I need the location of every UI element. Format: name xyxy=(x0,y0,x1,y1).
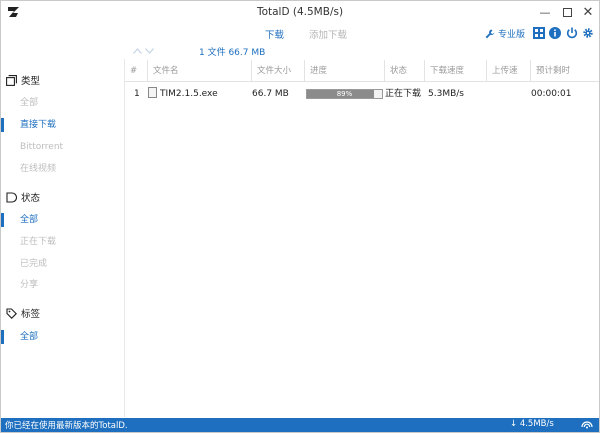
app-logo xyxy=(8,7,19,17)
sub-bar: 1 文件 66.7 MB xyxy=(131,45,265,58)
move-down-button[interactable] xyxy=(143,46,155,56)
row-progress-bar: 89% xyxy=(306,89,383,99)
window-title: TotalD (4.5MB/s) xyxy=(256,6,344,18)
tag-icon xyxy=(6,307,17,319)
section-type: 类型 xyxy=(6,73,40,87)
file-count: 1 文件 66.7 MB xyxy=(199,48,266,58)
info-icon xyxy=(549,27,561,39)
sidebar-divider xyxy=(124,59,125,417)
power-icon xyxy=(566,27,578,39)
sidebar-item-direct-download[interactable]: 直接下载 xyxy=(1,118,123,132)
sidebar-item-all-tags[interactable]: 全部 xyxy=(1,330,123,344)
minimize-icon: — xyxy=(539,6,551,19)
row-eta: 00:00:01 xyxy=(531,89,572,99)
sidebar-item-all-types[interactable]: 全部 xyxy=(1,96,123,110)
col-index[interactable]: # xyxy=(125,60,147,82)
power-button[interactable] xyxy=(566,27,578,39)
grid-icon xyxy=(533,27,545,39)
row-filename-cell: TIM2.1.5.exe xyxy=(148,84,218,104)
col-size[interactable]: 文件大小 xyxy=(251,60,304,82)
status-message: 你已经在使用最新版本的TotalD. xyxy=(5,421,128,431)
grid-button[interactable] xyxy=(533,27,545,39)
move-up-button[interactable] xyxy=(131,46,143,56)
pro-label: 专业版 xyxy=(498,30,526,40)
section-type-title: 类型 xyxy=(21,76,41,87)
info-button[interactable] xyxy=(549,27,561,39)
section-tags-title: 标签 xyxy=(21,309,41,320)
status-icon xyxy=(6,191,17,203)
table-row[interactable]: 1 TIM2.1.5.exe 66.7 MB 89% 正在下载 5.3MB/s … xyxy=(125,84,599,104)
progress-text: 89% xyxy=(336,90,353,98)
type-icon xyxy=(6,74,17,86)
close-button[interactable]: ✕ xyxy=(578,4,598,21)
row-status: 正在下载 xyxy=(385,89,422,99)
sidebar-item-bittorrent[interactable]: Bittorrent xyxy=(1,140,123,154)
file-icon xyxy=(148,87,157,98)
maximize-icon xyxy=(562,8,572,17)
maximize-button[interactable] xyxy=(557,4,577,21)
settings-button[interactable] xyxy=(582,27,594,39)
col-progress[interactable]: 进度 xyxy=(304,60,384,82)
status-speed: ↓ 4.5MB/s xyxy=(510,419,554,429)
section-status-title: 状态 xyxy=(21,193,41,204)
down-arrow-icon xyxy=(144,48,154,54)
sidebar-item-online-video[interactable]: 在线视频 xyxy=(1,162,123,176)
col-eta[interactable]: 预计剩时 xyxy=(530,60,599,82)
row-size: 66.7 MB xyxy=(252,89,289,99)
row-speed: 5.3MB/s xyxy=(428,89,464,99)
status-bar: 你已经在使用最新版本的TotalD. ↓ 4.5MB/s xyxy=(1,418,599,432)
download-table: # 文件名 文件大小 进度 状态 下载速度 上传速 预计剩时 1 TIM2.1.… xyxy=(125,60,599,104)
up-arrow-icon xyxy=(132,48,142,54)
row-index: 1 xyxy=(134,89,140,99)
col-filename[interactable]: 文件名 xyxy=(147,60,251,82)
close-icon: ✕ xyxy=(582,5,594,20)
app-window: TotalD (4.5MB/s) — ✕ 下载 添加下载 专业版 1 文件 66… xyxy=(0,0,600,433)
row-filename: TIM2.1.5.exe xyxy=(160,89,218,99)
title-bar: TotalD (4.5MB/s) — ✕ xyxy=(1,1,599,25)
sidebar: 类型 全部 直接下载 Bittorrent 在线视频 状态 全部 正在下载 已完… xyxy=(1,67,123,417)
network-icon[interactable] xyxy=(581,419,593,430)
minimize-button[interactable]: — xyxy=(535,4,555,21)
sidebar-item-completed[interactable]: 已完成 xyxy=(1,257,123,271)
tab-download[interactable]: 下载 xyxy=(265,27,284,41)
col-status[interactable]: 状态 xyxy=(384,60,424,82)
sidebar-item-downloading[interactable]: 正在下载 xyxy=(1,235,123,249)
pro-button[interactable]: 专业版 xyxy=(485,27,525,40)
gear-icon xyxy=(583,28,593,38)
tab-add-download[interactable]: 添加下载 xyxy=(309,27,347,41)
col-download-speed[interactable]: 下载速度 xyxy=(424,60,486,82)
section-tags: 标签 xyxy=(6,306,40,320)
table-header: # 文件名 文件大小 进度 状态 下载速度 上传速 预计剩时 xyxy=(125,60,599,82)
sidebar-item-share[interactable]: 分享 xyxy=(1,278,123,292)
top-tabs: 下载 添加下载 专业版 xyxy=(1,27,599,43)
sidebar-item-all-status[interactable]: 全部 xyxy=(1,213,123,227)
section-status: 状态 xyxy=(6,190,40,204)
wrench-icon xyxy=(485,29,495,38)
col-upload-speed[interactable]: 上传速 xyxy=(486,60,530,82)
